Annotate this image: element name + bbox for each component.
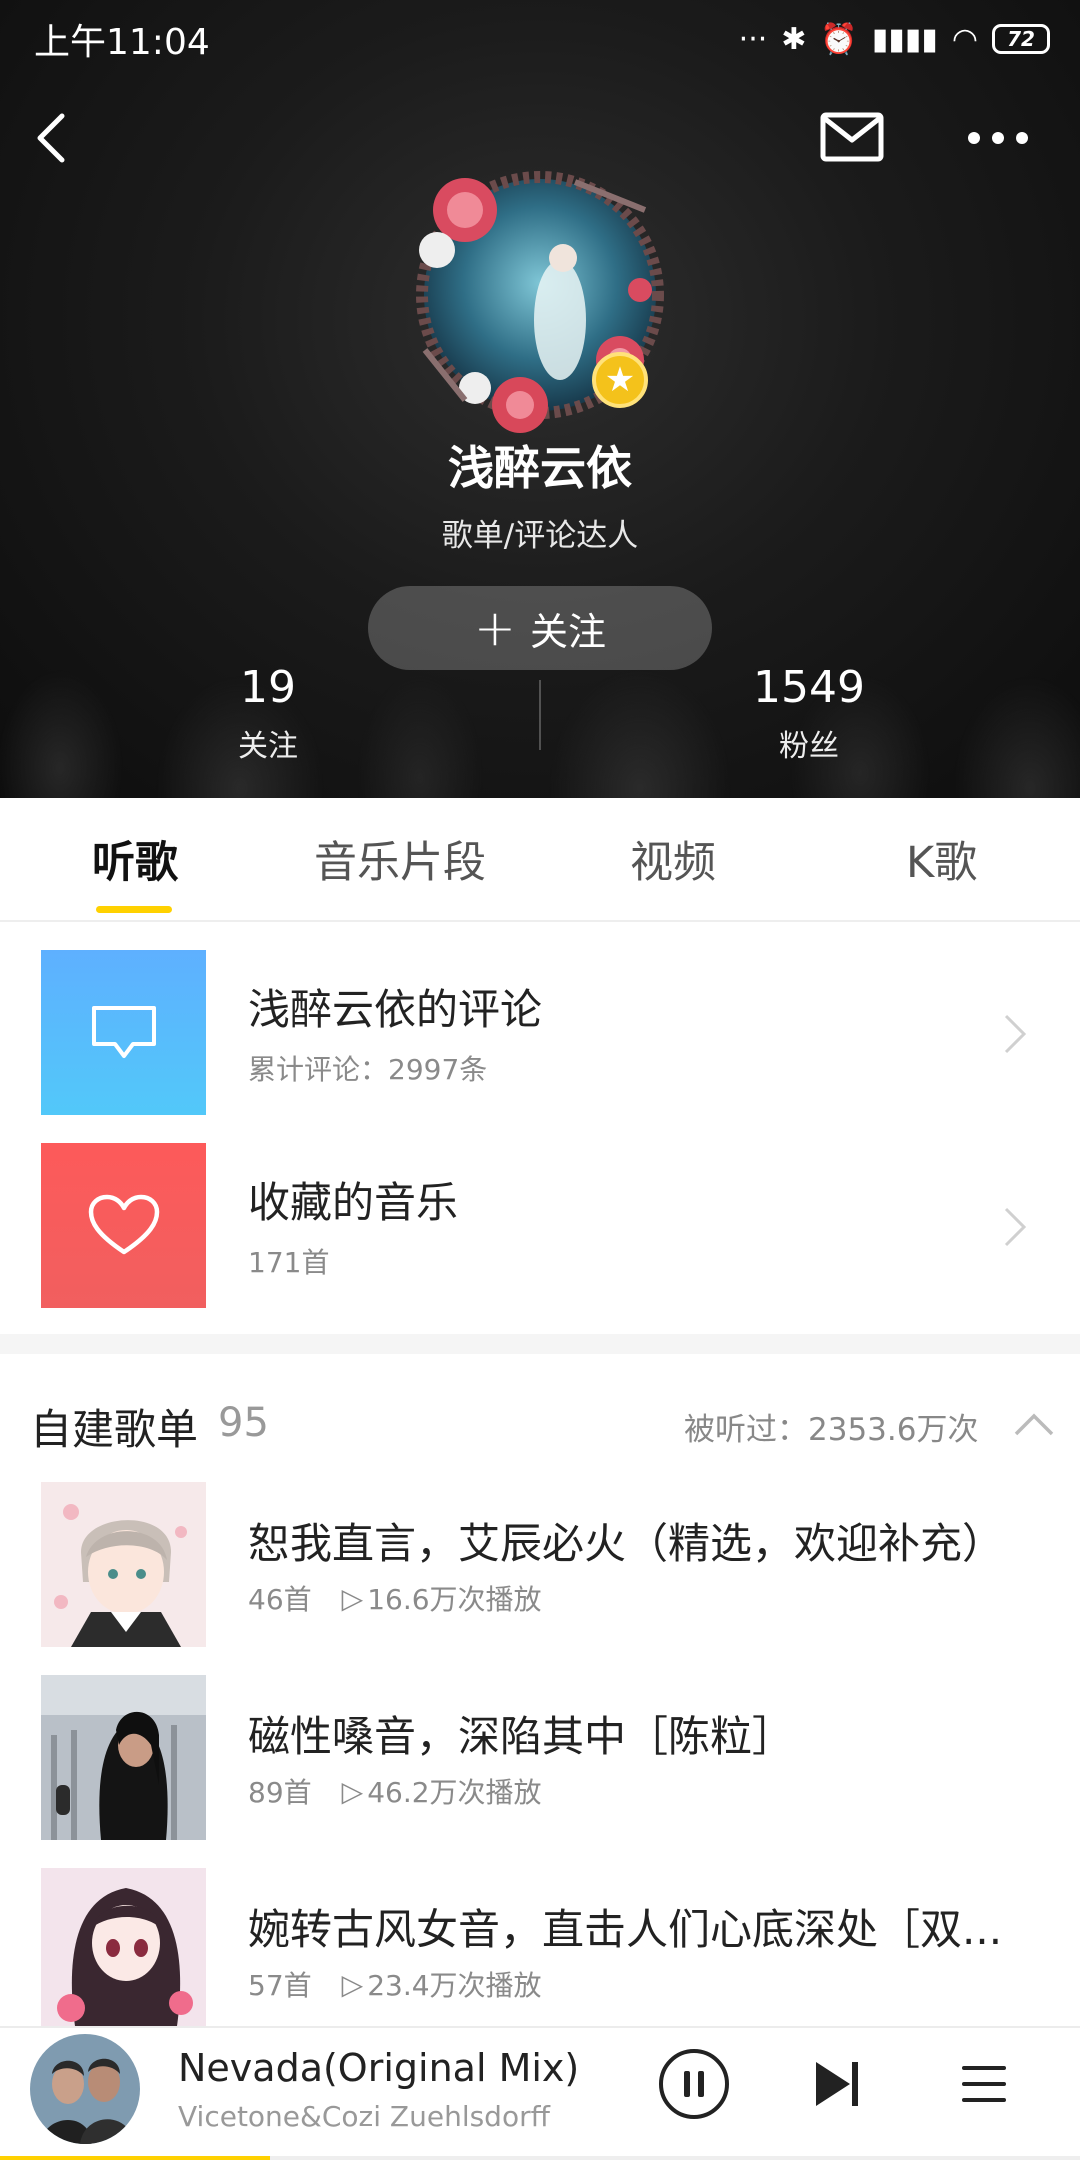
more-options-button[interactable] [964, 120, 1032, 156]
playlist-meta: 46首 ▷ 16.6万次播放 [248, 1578, 542, 1618]
playlist-item[interactable]: 恕我直言，艾辰必火（精选，欢迎补充） 46首 ▷ 16.6万次播放 [0, 1482, 1080, 1675]
comment-tile [41, 950, 206, 1115]
playlist-meta: 89首 ▷ 46.2万次播放 [248, 1771, 542, 1811]
status-icons: ··· ✱ ⏰ ▮▮▮▮ ◠ 72 [739, 22, 1050, 57]
signal-icon: ▮▮▮▮ [871, 21, 938, 57]
playback-progress-bar [0, 2156, 1080, 2160]
wifi-icon: ◠ [951, 21, 978, 57]
active-tab-indicator [96, 906, 172, 913]
more-dots-icon [968, 132, 1028, 144]
playlist-play-count: 16.6万次播放 [367, 1583, 542, 1616]
back-button[interactable] [24, 108, 84, 168]
playlist-meta: 57首 ▷ 23.4万次播放 [248, 1964, 542, 2004]
next-track-button[interactable] [812, 2058, 862, 2110]
playlist-title: 磁性嗓音，深陷其中［陈粒］ [248, 1712, 795, 1761]
chevron-right-icon [1004, 1207, 1027, 1247]
playlist-title: 婉转古风女音，直击人们心底深处［双... [248, 1905, 1003, 1954]
alarm-icon: ⏰ [820, 21, 858, 57]
back-arrow-icon [37, 113, 65, 163]
now-playing-artist: Vicetone&Cozi Zuehlsdorff [178, 2100, 550, 2133]
play-count-icon: ▷ [341, 1774, 364, 1808]
comment-icon [91, 1005, 156, 1058]
stat-divider [539, 680, 541, 750]
playlist-cover [41, 1482, 206, 1647]
playlist-song-count: 89首 [248, 1776, 312, 1809]
following-count: 19 [240, 662, 296, 713]
mini-player[interactable]: Nevada(Original Mix) Vicetone&Cozi Zuehl… [0, 2026, 1080, 2160]
playlists-title: 自建歌单 [30, 1405, 199, 1454]
playlist-song-count: 46首 [248, 1583, 312, 1616]
comments-entry[interactable]: 浅醉云依的评论 累计评论：2997条 [0, 950, 1080, 1144]
now-playing-title: Nevada(Original Mix) [178, 2046, 580, 2090]
profile-tabs: 听歌 音乐片段 视频 K歌 [0, 798, 1080, 922]
play-count-icon: ▷ [341, 1581, 364, 1615]
comments-count: 累计评论：2997条 [248, 1053, 488, 1086]
mail-icon [820, 112, 884, 162]
follow-button[interactable]: + 关注 [368, 586, 712, 670]
profile-header: 上午11:04 ··· ✱ ⏰ ▮▮▮▮ ◠ 72 ★ 浅醉云依 歌单/评论达人… [0, 0, 1080, 798]
playlist-song-count: 57首 [248, 1969, 312, 2002]
playback-progress-fill [0, 2156, 270, 2160]
pause-button[interactable] [658, 2048, 730, 2120]
playlist-cover [41, 1675, 206, 1840]
favorites-entry[interactable]: 收藏的音乐 171首 [0, 1143, 1080, 1337]
chevron-right-icon [1004, 1014, 1027, 1054]
heart-icon [88, 1194, 159, 1254]
following-label: 关注 [238, 729, 298, 764]
comments-title: 浅醉云依的评论 [248, 985, 543, 1034]
bluetooth-icon: ✱ [781, 21, 807, 57]
plus-icon: + [474, 599, 516, 657]
message-button[interactable] [820, 112, 884, 164]
tab-listen[interactable]: 听歌 [92, 828, 178, 890]
playlists-listened: 被听过：2353.6万次 [684, 1412, 979, 1448]
status-time: 上午11:04 [34, 22, 210, 63]
profile-tag: 歌单/评论达人 [441, 518, 639, 554]
fans-count: 1549 [753, 662, 865, 713]
playlist-queue-button[interactable] [958, 2062, 1010, 2106]
profile-name: 浅醉云依 [448, 441, 632, 495]
tab-music-clips[interactable]: 音乐片段 [314, 828, 486, 890]
tab-karaoke[interactable]: K歌 [906, 828, 977, 890]
now-playing-cover[interactable] [30, 2034, 140, 2144]
menu-list-icon [962, 2066, 1006, 2102]
playlists-section-header[interactable]: 自建歌单 95 被听过：2353.6万次 [0, 1354, 1080, 1484]
tab-videos[interactable]: 视频 [630, 828, 716, 890]
section-separator [0, 1334, 1080, 1354]
pause-icon [659, 2049, 729, 2119]
playlist-cover [41, 1868, 206, 2033]
status-bar: 上午11:04 ··· ✱ ⏰ ▮▮▮▮ ◠ 72 [0, 0, 1080, 78]
favorites-count: 171首 [248, 1246, 330, 1279]
heart-tile [41, 1143, 206, 1308]
vip-star-badge-icon: ★ [592, 352, 648, 408]
playlist-title: 恕我直言，艾辰必火（精选，欢迎补充） [248, 1519, 1005, 1568]
play-count-icon: ▷ [341, 1967, 364, 2001]
playlist-play-count: 23.4万次播放 [367, 1969, 542, 2002]
following-stat[interactable]: 19 关注 [118, 662, 418, 765]
fans-stat[interactable]: 1549 粉丝 [659, 662, 959, 765]
more-dots-status-icon: ··· [738, 21, 768, 57]
fans-label: 粉丝 [779, 729, 839, 764]
playlist-play-count: 46.2万次播放 [367, 1776, 542, 1809]
playlists-count: 95 [218, 1400, 269, 1446]
battery-icon: 72 [992, 24, 1050, 54]
skip-next-icon [816, 2062, 858, 2106]
chevron-up-icon[interactable] [1012, 1410, 1056, 1438]
playlist-item[interactable]: 磁性嗓音，深陷其中［陈粒］ 89首 ▷ 46.2万次播放 [0, 1675, 1080, 1868]
favorites-title: 收藏的音乐 [248, 1178, 459, 1227]
follow-button-label: 关注 [529, 609, 606, 654]
